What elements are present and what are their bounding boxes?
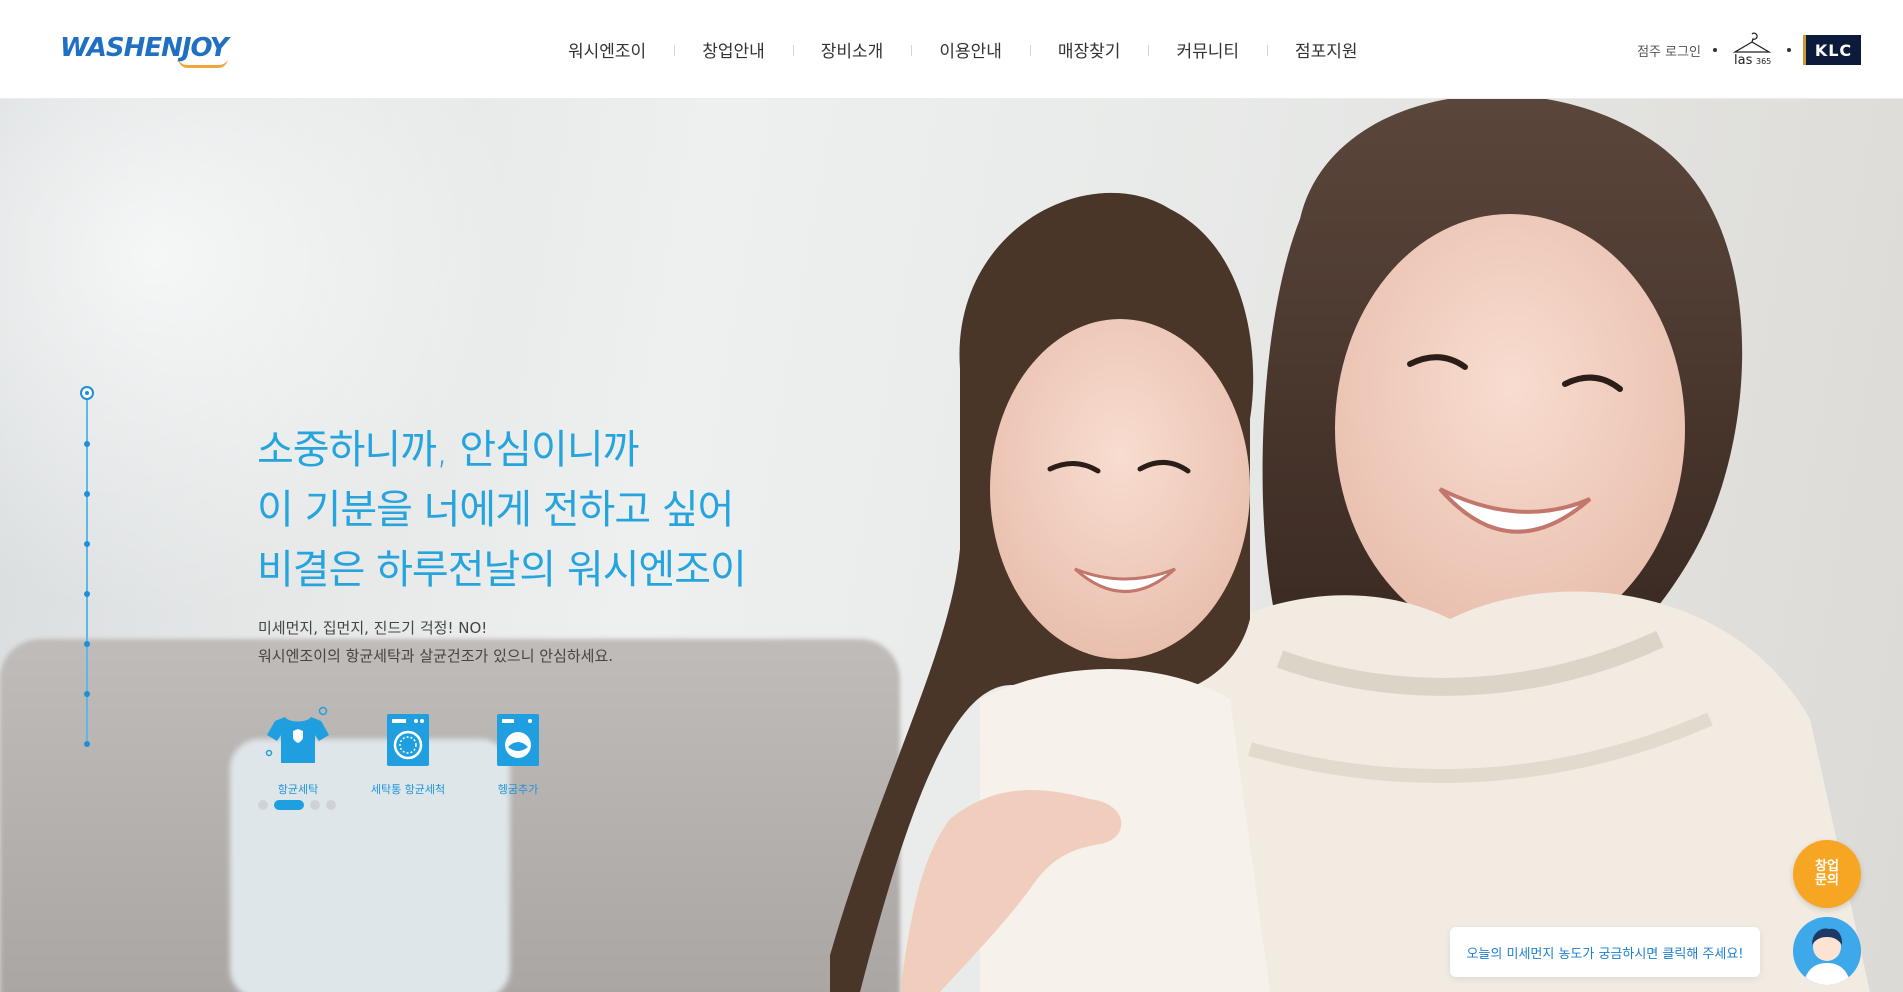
feature-antibacterial-wash: 항균세탁 (258, 705, 338, 797)
nav-item-usage[interactable]: 이용안내 (911, 37, 1030, 62)
timeline-dot[interactable] (84, 591, 90, 597)
klc-logo[interactable]: KLC (1803, 35, 1861, 65)
feature-extra-rinse: 헹굼추가 (478, 705, 558, 797)
headline-line-3: 비결은 하루전날의 워시엔조이 (257, 547, 747, 593)
hero-subtext: 미세먼지, 집먼지, 진드기 걱정! NO! 워시엔조이의 항균세탁과 살균건조… (258, 614, 613, 670)
hero-banner: 소중하니까, 안심이니까 이 기분을 너에게 전하고 싶어 비결은 하루전날의 … (0, 99, 1903, 992)
timeline-current-marker[interactable] (80, 386, 94, 400)
slide-pager (258, 800, 336, 810)
feature-list: 항균세탁 세탁통 항균세척 헹굼추가 (258, 705, 558, 797)
dryer-icon (497, 714, 539, 766)
logo-swoosh-icon (178, 58, 228, 68)
feature-label: 항균세탁 (277, 783, 319, 796)
nav-item-washenjoy[interactable]: 워시엔조이 (540, 37, 674, 62)
slide-dot-2-active[interactable] (274, 800, 304, 810)
separator-dot (1787, 48, 1791, 52)
site-header: WASHENJOY 워시엔조이 창업안내 장비소개 이용안내 매장찾기 커뮤니티… (0, 0, 1903, 99)
timeline-dot[interactable] (84, 641, 90, 647)
svg-text:las: las (1734, 53, 1753, 68)
feature-label: 헹굼추가 (497, 783, 539, 796)
logo[interactable]: WASHENJOY (60, 30, 232, 68)
feature-label: 세탁통 항균세척 (370, 783, 446, 796)
slide-dot-3[interactable] (310, 800, 320, 810)
feature-drum-clean: 세탁통 항균세척 (368, 705, 448, 797)
separator-dot (1713, 48, 1717, 52)
hanger-icon: las 365 (1732, 32, 1772, 68)
timeline-dot[interactable] (84, 691, 90, 697)
hero-headline: 소중하니까, 안심이니까 이 기분을 너에게 전하고 싶어 비결은 하루전날의 … (257, 420, 747, 600)
nav-item-store-support[interactable]: 점포지원 (1267, 37, 1386, 62)
startup-inquiry-label: 창업 문의 (1815, 859, 1839, 888)
person-avatar-icon (1793, 917, 1861, 985)
washer-icon (387, 714, 429, 766)
slide-dot-1[interactable] (258, 800, 268, 810)
owner-login-link[interactable]: 점주 로그인 (1637, 41, 1701, 60)
timeline-dot[interactable] (84, 741, 90, 747)
svg-text:365: 365 (1756, 57, 1771, 66)
hero-photo-mother-daughter (830, 99, 1870, 992)
utility-links: 점주 로그인 las 365 KLC (1637, 28, 1861, 72)
timeline-dot[interactable] (84, 491, 90, 497)
nav-item-equipment[interactable]: 장비소개 (792, 37, 912, 62)
timeline-dot[interactable] (84, 441, 90, 447)
las365-logo[interactable]: las 365 (1729, 30, 1775, 70)
nav-item-store-finder[interactable]: 매장찾기 (1029, 37, 1149, 62)
tshirt-icon (265, 706, 329, 763)
nav-item-startup[interactable]: 창업안내 (674, 37, 793, 62)
fine-dust-chat-bubble[interactable]: 오늘의 미세먼지 농도가 궁금하시면 클릭해 주세요! (1450, 927, 1760, 977)
nav-item-community[interactable]: 커뮤니티 (1148, 37, 1267, 62)
startup-inquiry-button[interactable]: 창업 문의 (1793, 840, 1861, 908)
main-nav: 워시엔조이 창업안내 장비소개 이용안내 매장찾기 커뮤니티 점포지원 (540, 0, 1386, 99)
headline-line-1: 소중하니까, 안심이니까 (257, 427, 639, 473)
headline-line-2: 이 기분을 너에게 전하고 싶어 (257, 487, 734, 533)
chat-avatar[interactable] (1793, 917, 1861, 985)
timeline-dot[interactable] (84, 541, 90, 547)
slide-dot-4[interactable] (326, 800, 336, 810)
subtext-line-1: 미세먼지, 집먼지, 진드기 걱정! NO! (258, 619, 488, 637)
subtext-line-2: 워시엔조이의 항균세탁과 살균건조가 있으니 안심하세요. (258, 647, 614, 665)
